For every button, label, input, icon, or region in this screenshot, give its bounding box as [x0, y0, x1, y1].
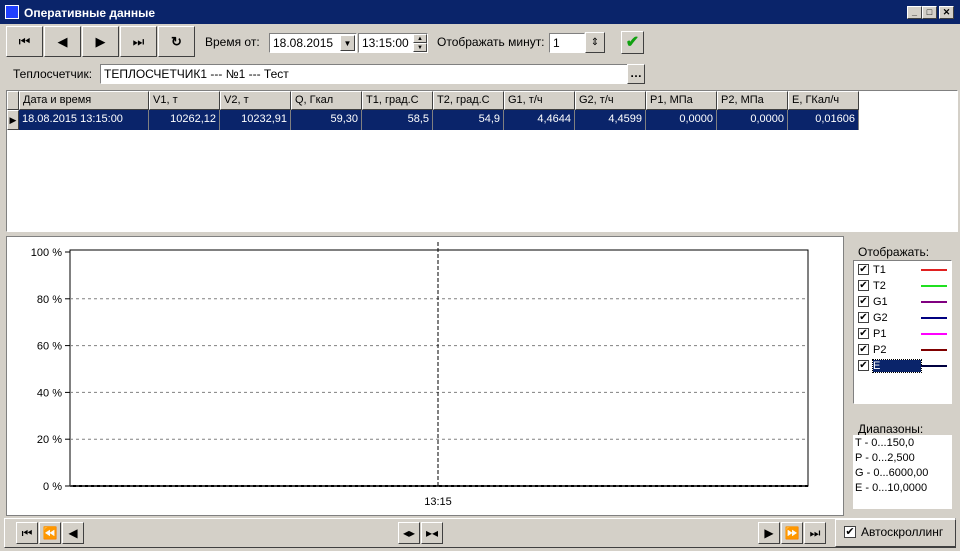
- close-icon[interactable]: ✕: [939, 6, 954, 19]
- col-header-g1[interactable]: G1, т/ч: [504, 91, 575, 110]
- legend-label: E: [872, 358, 922, 373]
- minutes-label: Отображать минут:: [437, 35, 545, 49]
- col-header-g2[interactable]: G2, т/ч: [575, 91, 646, 110]
- date-dropdown-icon[interactable]: ▼: [340, 35, 355, 51]
- meter-browse-button[interactable]: …: [627, 64, 645, 84]
- legend-item-e[interactable]: ✔ E: [858, 358, 947, 373]
- cell-p1[interactable]: 0,0000: [646, 110, 717, 130]
- scroll-prev-page-button[interactable]: ⏪: [39, 522, 61, 544]
- minimize-icon[interactable]: _: [907, 6, 922, 19]
- row-indicator-header: [7, 91, 19, 110]
- scroll-first-button[interactable]: ⏮: [16, 522, 38, 544]
- cell-p2[interactable]: 0,0000: [717, 110, 788, 130]
- legend-item-t1[interactable]: ✔ T1: [858, 262, 947, 277]
- y-tick-label: 40 %: [37, 387, 62, 399]
- row-indicator[interactable]: ▶: [7, 110, 19, 130]
- first-record-button[interactable]: ⏮: [6, 26, 43, 57]
- col-header-t1[interactable]: T1, град.С: [362, 91, 433, 110]
- cell-t1[interactable]: 58,5: [362, 110, 433, 130]
- legend-label: P2: [873, 343, 887, 356]
- legend-checkbox[interactable]: ✔: [858, 312, 869, 323]
- minutes-spinner-icon[interactable]: ⇕: [585, 32, 605, 53]
- legend-color-swatch: [921, 284, 947, 287]
- legend-checkbox[interactable]: ✔: [858, 264, 869, 275]
- cell-v1[interactable]: 10262,12: [149, 110, 220, 130]
- col-header-e[interactable]: E, ГКал/ч: [788, 91, 859, 110]
- legend-color-swatch: [921, 268, 947, 271]
- legend-item-t2[interactable]: ✔ T2: [858, 278, 947, 293]
- scroll-last-button[interactable]: ⏭: [804, 522, 826, 544]
- legend-color-swatch: [921, 300, 947, 303]
- cell-g2[interactable]: 4,4599: [575, 110, 646, 130]
- range-line: E - 0...10,0000: [855, 482, 928, 494]
- col-header-t2[interactable]: T2, град.С: [433, 91, 504, 110]
- col-header-v2[interactable]: V2, т: [220, 91, 291, 110]
- zoom-in-button[interactable]: ◂▸: [398, 522, 420, 544]
- legend-item-p2[interactable]: ✔ P2: [858, 342, 947, 357]
- legend-checkbox[interactable]: ✔: [858, 328, 869, 339]
- col-header-p1[interactable]: P1, МПа: [646, 91, 717, 110]
- time-from-label: Время от:: [205, 35, 260, 49]
- y-tick-label: 20 %: [37, 434, 62, 446]
- legend-checkbox[interactable]: ✔: [858, 360, 869, 371]
- ranges-title: Диапазоны:: [858, 422, 924, 436]
- legend-label: G1: [873, 295, 888, 308]
- maximize-icon[interactable]: □: [922, 6, 937, 19]
- plot-area: [69, 249, 809, 487]
- legend-color-swatch: [921, 332, 947, 335]
- refresh-button[interactable]: ↻: [158, 26, 195, 57]
- autoscroll-label: Автоскроллинг: [861, 525, 944, 539]
- range-line: T - 0...150,0: [855, 437, 915, 449]
- y-tick-label: 0 %: [43, 481, 62, 493]
- legend-item-p1[interactable]: ✔ P1: [858, 326, 947, 341]
- legend-color-swatch: [921, 348, 947, 351]
- x-tick-label: 13:15: [424, 496, 452, 508]
- title-bar: Оперативные данные _ □ ✕: [0, 0, 960, 24]
- legend-checkbox[interactable]: ✔: [858, 344, 869, 355]
- window-title: Оперативные данные: [24, 6, 156, 20]
- legend-label: T1: [873, 263, 886, 276]
- apply-button[interactable]: ✔: [621, 31, 644, 54]
- y-tick-label: 100 %: [31, 247, 62, 259]
- legend-label: T2: [873, 279, 886, 292]
- meter-field[interactable]: ТЕПЛОСЧЕТЧИК1 --- №1 --- Тест: [100, 64, 628, 84]
- prev-record-button[interactable]: ◀: [44, 26, 81, 57]
- col-header-v1[interactable]: V1, т: [149, 91, 220, 110]
- range-line: G - 0...6000,00: [855, 467, 929, 479]
- legend-item-g1[interactable]: ✔ G1: [858, 294, 947, 309]
- app-icon: [5, 5, 19, 19]
- time-down-icon[interactable]: ▼: [413, 43, 427, 52]
- cell-v2[interactable]: 10232,91: [220, 110, 291, 130]
- y-tick-label: 60 %: [37, 341, 62, 353]
- scroll-next-button[interactable]: ▶: [758, 522, 780, 544]
- legend-color-swatch: [921, 364, 947, 367]
- legend-label: P1: [873, 327, 887, 340]
- next-record-button[interactable]: ▶: [82, 26, 119, 57]
- scroll-prev-button[interactable]: ◀: [62, 522, 84, 544]
- scroll-next-page-button[interactable]: ⏩: [781, 522, 803, 544]
- zoom-out-button[interactable]: ▸◂: [421, 522, 443, 544]
- range-line: P - 0...2,500: [855, 452, 915, 464]
- last-record-button[interactable]: ⏭: [120, 26, 157, 57]
- legend-item-g2[interactable]: ✔ G2: [858, 310, 947, 325]
- legend-color-swatch: [921, 316, 947, 319]
- time-up-icon[interactable]: ▲: [413, 34, 427, 43]
- legend-label: G2: [873, 311, 888, 324]
- col-header-p2[interactable]: P2, МПа: [717, 91, 788, 110]
- cell-g1[interactable]: 4,4644: [504, 110, 575, 130]
- cell-datetime[interactable]: 18.08.2015 13:15:00: [19, 110, 149, 130]
- cell-t2[interactable]: 54,9: [433, 110, 504, 130]
- cell-e[interactable]: 0,01606: [788, 110, 859, 130]
- legend-checkbox[interactable]: ✔: [858, 296, 869, 307]
- autoscroll-checkbox[interactable]: ✔: [844, 526, 856, 538]
- legend-title: Отображать:: [858, 245, 930, 259]
- y-tick-label: 80 %: [37, 294, 62, 306]
- cell-q[interactable]: 59,30: [291, 110, 362, 130]
- col-header-datetime[interactable]: Дата и время: [19, 91, 149, 110]
- legend-checkbox[interactable]: ✔: [858, 280, 869, 291]
- chart: 100 % 80 % 60 % 40 % 20 % 0 % 13:15: [31, 242, 809, 508]
- col-header-q[interactable]: Q, Гкал: [291, 91, 362, 110]
- meter-label: Теплосчетчик:: [13, 67, 93, 81]
- minutes-field[interactable]: 1: [549, 33, 585, 53]
